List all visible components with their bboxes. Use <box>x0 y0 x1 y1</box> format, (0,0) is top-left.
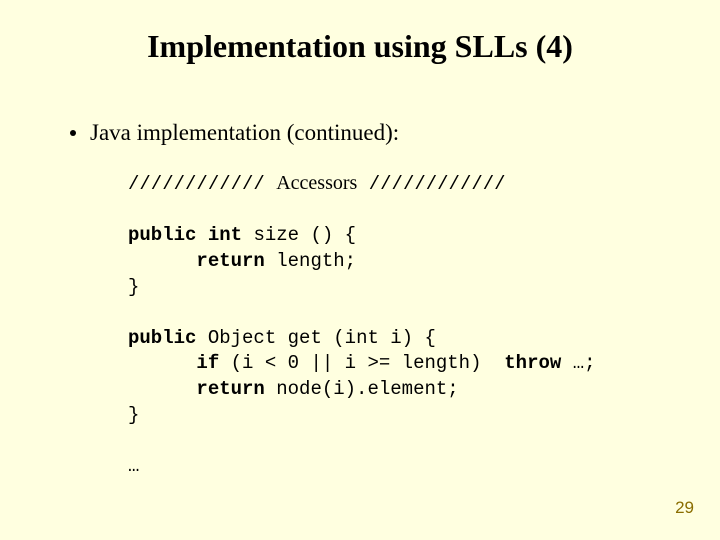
kw-public-2: public <box>128 327 196 349</box>
get-ret-tail: node(i).element; <box>265 378 459 400</box>
get-if-tail: (i < 0 || i >= length) <box>219 352 504 374</box>
kw-object: Object <box>208 327 276 349</box>
kw-throw: throw <box>504 352 561 374</box>
kw-if: if <box>196 352 219 374</box>
size-ret-tail: length; <box>265 250 356 272</box>
kw-return-1: return <box>196 250 264 272</box>
kw-public-1: public <box>128 224 196 246</box>
get-sig-tail: get (int i) { <box>276 327 436 349</box>
accessors-label: Accessors <box>276 172 357 194</box>
slide: Implementation using SLLs (4) Java imple… <box>0 0 720 540</box>
code-ellipsis: … <box>128 455 139 477</box>
page-title: Implementation using SLLs (4) <box>0 28 720 65</box>
code-slashes-right: //////////// <box>369 173 506 195</box>
bullet-text: Java implementation (continued): <box>90 120 399 145</box>
bullet-row: Java implementation (continued): <box>70 120 399 146</box>
throw-tail: …; <box>561 352 595 374</box>
size-sig-tail: size () { <box>242 224 356 246</box>
brace-close-2: } <box>128 404 139 426</box>
code-block: //////////// Accessors //////////// publ… <box>128 170 596 480</box>
bullet-dot-icon <box>70 130 76 136</box>
code-slashes-left: //////////// <box>128 173 265 195</box>
page-number: 29 <box>675 498 694 518</box>
kw-return-2: return <box>196 378 264 400</box>
brace-close-1: } <box>128 276 139 298</box>
kw-int: int <box>208 224 242 246</box>
